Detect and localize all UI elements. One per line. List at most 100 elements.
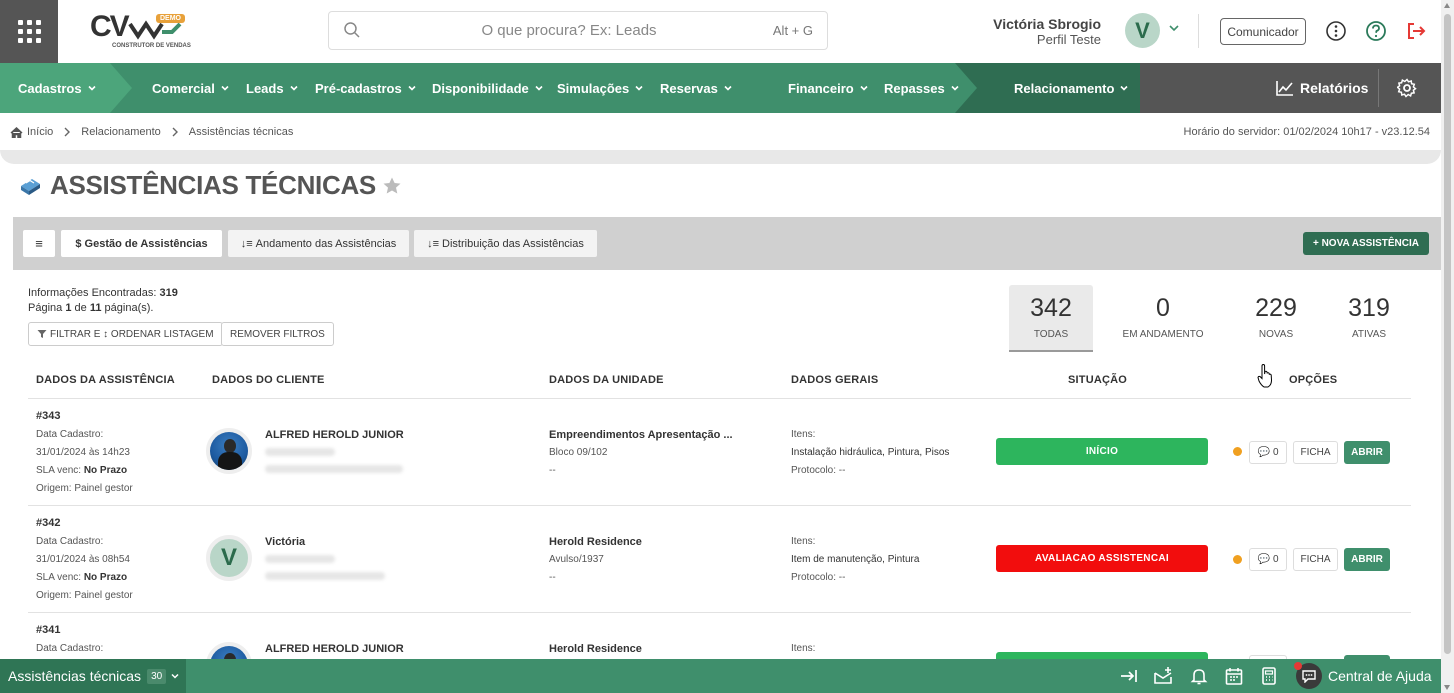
stat-value: 319 <box>1348 294 1390 322</box>
assistance-id[interactable]: #341 <box>36 624 60 636</box>
nav-label: Leads <box>246 80 284 96</box>
user-profile: Perfil Teste <box>1036 32 1101 47</box>
status-badge: AVALIACAO ASSISTENCAI <box>996 545 1208 572</box>
stat-todas[interactable]: 342 TODAS <box>1009 285 1093 352</box>
assistance-id[interactable]: #342 <box>36 517 60 529</box>
scroll-up-arrow-icon[interactable] <box>1444 3 1450 8</box>
found-count: 319 <box>159 287 178 299</box>
page-prefix: Página <box>28 302 63 314</box>
toolbox-icon <box>21 178 40 195</box>
gear-icon[interactable] <box>1397 78 1417 98</box>
protocol: Protocolo: -- <box>791 572 846 583</box>
nav-relacionamento[interactable]: Relacionamento <box>1014 63 1129 113</box>
breadcrumb-section[interactable]: Relacionamento <box>81 126 161 138</box>
sla-value: No Prazo <box>83 465 128 476</box>
sla: SLA venc: No Prazo <box>36 572 127 583</box>
protocol: Protocolo: -- <box>791 465 846 476</box>
stat-value: 342 <box>1030 294 1072 322</box>
menu-toggle-button[interactable]: ≡ <box>23 230 55 257</box>
hand-cursor-icon <box>1257 364 1273 388</box>
vertical-scrollbar[interactable] <box>1441 0 1454 693</box>
apps-menu-button[interactable] <box>0 0 58 63</box>
stat-label: TODAS <box>1033 329 1069 340</box>
tab-andamento[interactable]: ↓≡ Andamento das Assistências <box>228 230 409 257</box>
user-name[interactable]: Victória Sbrogio <box>993 16 1101 32</box>
module-switcher[interactable]: Assistências técnicas 30 <box>0 659 186 693</box>
more-options-icon[interactable] <box>1325 20 1347 42</box>
items-label: Itens: <box>791 429 816 440</box>
filter-sort-button[interactable]: FILTRAR E ↕ ORDENAR LISTAGEM <box>28 322 223 346</box>
blurred-phone <box>265 555 335 563</box>
tab-gestao[interactable]: $ Gestão de Assistências <box>61 230 222 257</box>
nav-financeiro[interactable]: Financeiro <box>788 63 869 113</box>
ficha-button[interactable]: FICHA <box>1293 441 1338 464</box>
blurred-email <box>265 465 403 473</box>
chevron-down-icon <box>221 85 229 91</box>
scroll-thumb[interactable] <box>1444 14 1451 654</box>
chevron-down-icon <box>535 85 543 91</box>
nav-label: Comercial <box>152 80 215 96</box>
hamburger-icon: ≡ <box>35 236 43 251</box>
unit-name: Herold Residence <box>549 643 642 655</box>
collapse-right-icon[interactable] <box>1119 666 1139 686</box>
server-time: Horário do servidor: 01/02/2024 10h17 - … <box>1183 126 1430 138</box>
stat-novas[interactable]: 229 NOVAS <box>1234 285 1318 352</box>
help-center-button[interactable]: Central de Ajuda <box>1294 659 1432 693</box>
stat-ativas[interactable]: 319 ATIVAS <box>1327 285 1411 352</box>
comments-button[interactable]: 💬 0 <box>1249 441 1287 464</box>
chevron-down-icon <box>88 85 96 91</box>
logo[interactable]: CV DEMO CONSTRUTOR DE VENDAS <box>90 10 191 54</box>
nav-disponibilidade[interactable]: Disponibilidade <box>432 63 544 113</box>
nav-pre-cadastros[interactable]: Pré-cadastros <box>315 63 417 113</box>
nav-cadastros[interactable]: Cadastros <box>18 63 97 113</box>
abrir-button[interactable]: ABRIR <box>1344 441 1390 464</box>
sla-value: No Prazo <box>83 572 128 583</box>
new-assistance-button[interactable]: + NOVA ASSISTÊNCIA <box>1302 232 1429 255</box>
nav-relatorios[interactable]: Relatórios <box>1276 63 1368 113</box>
page-size-badge[interactable]: 30 <box>147 668 167 684</box>
header-shadow <box>0 150 1441 164</box>
user-avatar[interactable]: V <box>1125 13 1160 48</box>
nav-label: Relacionamento <box>1014 80 1115 96</box>
bell-icon[interactable] <box>1189 666 1209 686</box>
blurred-email <box>265 572 385 580</box>
apps-grid-icon <box>17 20 41 43</box>
search-icon <box>344 22 360 38</box>
assistance-id[interactable]: #343 <box>36 410 60 422</box>
chevron-down-icon[interactable] <box>1168 22 1180 34</box>
nav-simulacoes[interactable]: Simulações <box>557 63 644 113</box>
search-input[interactable] <box>379 12 759 49</box>
column-header: DADOS DA UNIDADE <box>549 374 664 386</box>
help-icon[interactable] <box>1365 20 1387 42</box>
calculator-icon[interactable] <box>1259 666 1279 686</box>
stat-em-andamento[interactable]: 0 EM ANDAMENTO <box>1121 285 1205 352</box>
nav-leads[interactable]: Leads <box>246 63 299 113</box>
calendar-icon[interactable] <box>1224 666 1244 686</box>
nav-comercial[interactable]: Comercial <box>152 63 230 113</box>
nav-repasses[interactable]: Repasses <box>884 63 960 113</box>
main-nav: Cadastros Comercial Leads Pré-cadastros … <box>0 63 1441 113</box>
abrir-button[interactable]: ABRIR <box>1344 548 1390 571</box>
filter-icon <box>37 330 47 338</box>
ficha-button[interactable]: FICHA <box>1293 548 1338 571</box>
scroll-down-arrow-icon[interactable] <box>1444 685 1450 690</box>
logo-subtitle: CONSTRUTOR DE VENDAS <box>112 43 191 49</box>
chat-help-icon <box>1294 662 1322 689</box>
mail-add-icon[interactable] <box>1153 666 1173 686</box>
items-label: Itens: <box>791 536 816 547</box>
logout-icon[interactable] <box>1405 20 1427 42</box>
nav-reservas[interactable]: Reservas <box>660 63 733 113</box>
chart-line-icon <box>1276 81 1293 96</box>
comunicador-button[interactable]: Comunicador <box>1220 18 1306 45</box>
favorite-star-icon[interactable] <box>382 176 402 196</box>
remove-filters-button[interactable]: REMOVER FILTROS <box>221 322 334 346</box>
page-title: ASSISTÊNCIAS TÉCNICAS <box>50 170 376 200</box>
breadcrumb-home[interactable]: Início <box>10 126 53 138</box>
logo-text: CV <box>90 10 130 43</box>
comments-button[interactable]: 💬 0 <box>1249 548 1287 571</box>
tab-distribuicao[interactable]: ↓≡ Distribuição das Assistências <box>414 230 597 257</box>
tab-label: Distribuição das Assistências <box>442 237 584 250</box>
search-box[interactable]: Alt + G <box>328 11 828 50</box>
column-header: OPÇÕES <box>1289 374 1338 386</box>
divider <box>1198 14 1199 48</box>
